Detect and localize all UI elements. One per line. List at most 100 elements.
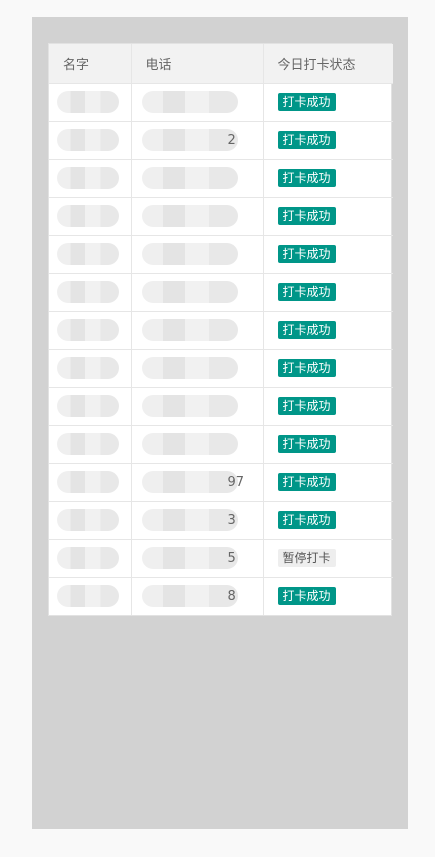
status-badge: 打卡成功: [277, 245, 336, 263]
table-row: 打卡成功: [49, 349, 393, 388]
cell-name: [49, 311, 132, 350]
header-status: 今日打卡状态: [263, 44, 393, 84]
cell-phone: [131, 159, 264, 198]
status-badge: 打卡成功: [277, 131, 336, 149]
table-row: 3 打卡成功: [49, 501, 393, 540]
redacted-name: [57, 243, 119, 265]
phone-visible-digits: 8: [227, 588, 236, 604]
cell-status: 打卡成功: [263, 121, 393, 160]
redacted-name: [57, 167, 119, 189]
cell-name: [49, 121, 132, 160]
status-badge: 打卡成功: [277, 169, 336, 187]
redacted-phone: [141, 91, 238, 113]
status-badge: 打卡成功: [277, 93, 336, 111]
status-badge: 打卡成功: [277, 283, 336, 301]
cell-status: 打卡成功: [263, 273, 393, 312]
redacted-name: [57, 91, 119, 113]
cell-status: 打卡成功: [263, 463, 393, 502]
redacted-phone: [141, 205, 238, 227]
redacted-name: [57, 205, 119, 227]
table-row: 5 暂停打卡: [49, 539, 393, 578]
status-badge: 打卡成功: [277, 321, 336, 339]
redacted-name: [57, 433, 119, 455]
cell-phone: 5: [131, 539, 264, 578]
table-row: 打卡成功: [49, 83, 393, 122]
redacted-phone: [141, 243, 238, 265]
phone-visible-digits: 2: [227, 132, 236, 148]
status-badge: 打卡成功: [277, 207, 336, 225]
cell-status: 打卡成功: [263, 235, 393, 274]
redacted-name: [57, 547, 119, 569]
cell-name: [49, 159, 132, 198]
status-badge: 暂停打卡: [277, 549, 336, 567]
redacted-phone: [141, 585, 238, 608]
redacted-phone: [141, 281, 238, 303]
cell-name: [49, 501, 132, 540]
cell-phone: [131, 387, 264, 426]
cell-status: 暂停打卡: [263, 539, 393, 578]
redacted-phone: [141, 547, 238, 569]
cell-phone: [131, 311, 264, 350]
cell-name: [49, 463, 132, 502]
table-row: 打卡成功: [49, 387, 393, 426]
table-row: 打卡成功: [49, 159, 393, 198]
redacted-name: [57, 357, 119, 379]
redacted-name: [57, 129, 119, 151]
redacted-phone: [141, 395, 238, 417]
app-frame: 名字 电话 今日打卡状态 打卡成功 2 打卡成功 打卡成功 打卡成功 打卡成功 打卡成功 打卡…: [32, 17, 408, 829]
status-badge: 打卡成功: [277, 587, 336, 606]
cell-name: [49, 197, 132, 236]
header-name: 名字: [49, 44, 132, 84]
redacted-phone: [141, 509, 238, 531]
redacted-phone: [141, 319, 238, 341]
checkin-table-container: 名字 电话 今日打卡状态 打卡成功 2 打卡成功 打卡成功 打卡成功 打卡成功 打卡成功 打卡…: [48, 43, 393, 616]
phone-visible-digits: 3: [227, 512, 236, 528]
table-row: 打卡成功: [49, 425, 393, 464]
status-badge: 打卡成功: [277, 473, 336, 491]
redacted-name: [57, 319, 119, 341]
table-row: 打卡成功: [49, 197, 393, 236]
status-badge: 打卡成功: [277, 511, 336, 529]
cell-status: 打卡成功: [263, 197, 393, 236]
cell-name: [49, 273, 132, 312]
status-badge: 打卡成功: [277, 435, 336, 453]
cell-status: 打卡成功: [263, 577, 393, 615]
cell-status: 打卡成功: [263, 311, 393, 350]
cell-status: 打卡成功: [263, 425, 393, 464]
cell-name: [49, 577, 132, 615]
cell-name: [49, 425, 132, 464]
cell-phone: 3: [131, 501, 264, 540]
cell-status: 打卡成功: [263, 349, 393, 388]
cell-phone: [131, 197, 264, 236]
phone-visible-digits: 5: [227, 550, 236, 566]
cell-phone: [131, 273, 264, 312]
status-badge: 打卡成功: [277, 359, 336, 377]
cell-name: [49, 387, 132, 426]
status-badge: 打卡成功: [277, 397, 336, 415]
cell-phone: 97: [131, 463, 264, 502]
cell-phone: 2: [131, 121, 264, 160]
table-row: 8 打卡成功: [49, 577, 393, 615]
cell-phone: 8: [131, 577, 264, 615]
redacted-name: [57, 509, 119, 531]
cell-name: [49, 83, 132, 122]
table-row: 打卡成功: [49, 311, 393, 350]
cell-phone: [131, 235, 264, 274]
table-header-row: 名字 电话 今日打卡状态: [49, 44, 393, 84]
redacted-phone: [141, 357, 238, 379]
cell-status: 打卡成功: [263, 83, 393, 122]
redacted-phone: [141, 471, 238, 493]
cell-phone: [131, 349, 264, 388]
cell-name: [49, 539, 132, 578]
redacted-name: [57, 395, 119, 417]
cell-phone: [131, 425, 264, 464]
phone-visible-digits: 97: [227, 474, 245, 490]
cell-phone: [131, 83, 264, 122]
redacted-phone: [141, 167, 238, 189]
cell-name: [49, 349, 132, 388]
redacted-phone: [141, 129, 238, 151]
cell-name: [49, 235, 132, 274]
header-phone: 电话: [131, 44, 264, 84]
table-body: 打卡成功 2 打卡成功 打卡成功 打卡成功 打卡成功 打卡成功 打卡成功 打卡成功 打卡成功 打卡成…: [49, 83, 393, 615]
redacted-name: [57, 585, 119, 608]
